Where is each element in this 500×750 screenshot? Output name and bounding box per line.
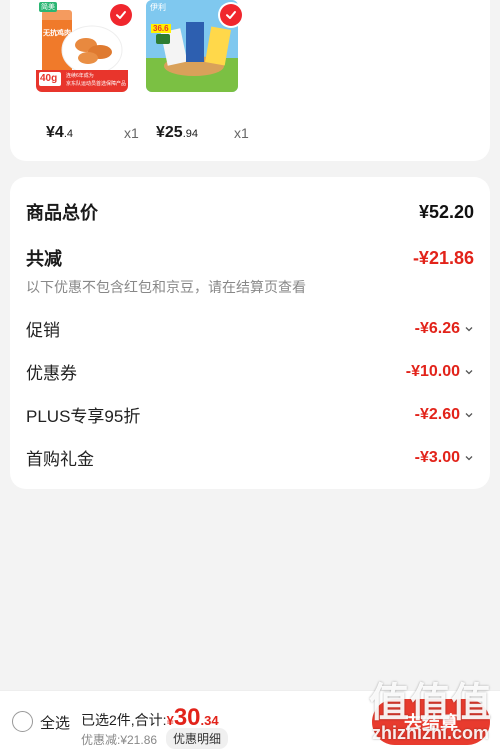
first-purchase-row[interactable]: 首购礼金 -¥3.00 xyxy=(26,445,474,470)
thumb-promo-line2: 京东队运动员首选保障产品 xyxy=(66,81,127,87)
discount-amount-text: 优惠减:¥21.86 xyxy=(81,733,158,747)
promo-value: -¥6.26 xyxy=(414,319,460,337)
discount-note: 以下优惠不包含红包和京豆，请在结算页查看 xyxy=(26,279,306,295)
selected-check-icon[interactable] xyxy=(110,4,132,26)
promo-row[interactable]: 促销 -¥6.26 xyxy=(26,316,474,341)
price-int: 25 xyxy=(164,124,183,141)
selected-check-icon[interactable] xyxy=(220,4,242,26)
chevron-down-icon xyxy=(465,455,473,460)
promo-value-wrap[interactable]: -¥6.26 xyxy=(415,320,474,338)
price-symbol: ¥ xyxy=(46,124,55,141)
price-summary-card: 商品总价 ¥52.20 共减 -¥21.86 以下优惠不包含红包和京豆，请在结算… xyxy=(10,177,490,489)
checkout-button[interactable]: 去结算 xyxy=(372,699,490,745)
chevron-down-icon xyxy=(465,412,473,417)
thumb-brand-label: 伊利 xyxy=(150,3,166,12)
coupon-label: 优惠券 xyxy=(26,364,77,383)
price-dec: .4 xyxy=(63,128,73,140)
first-purchase-value: -¥3.00 xyxy=(414,448,460,466)
product-price: ¥25.94 xyxy=(156,124,198,142)
total-int: 30 xyxy=(173,704,201,731)
product-quantity: x1 xyxy=(234,125,249,141)
first-purchase-label: 首购礼金 xyxy=(26,450,94,469)
select-all-radio[interactable] xyxy=(12,711,33,732)
plus-discount-label: PLUS专享95折 xyxy=(26,407,141,426)
coupon-value-wrap[interactable]: -¥10.00 xyxy=(406,363,474,381)
select-all-label[interactable]: 全选 xyxy=(40,712,70,733)
discount-detail-button[interactable]: 优惠明细 xyxy=(166,728,229,749)
cart-products-card: 简美 无抗鸡肉 40g 连续6年成为 京东队运动员首选保障产品 ¥4.4 x1 xyxy=(10,0,490,161)
total-symbol: ¥ xyxy=(166,713,174,728)
thumb-title-label: 无抗鸡肉 xyxy=(43,30,71,37)
price-int: 4 xyxy=(54,124,64,141)
reduce-value: -¥21.86 xyxy=(412,247,474,268)
thumb-brand-label: 简美 xyxy=(39,2,57,12)
total-value: ¥52.20 xyxy=(418,201,474,222)
promo-label: 促销 xyxy=(26,321,60,340)
product-quantity: x1 xyxy=(124,125,139,141)
selected-count-text: 已选2件,合计: xyxy=(81,712,167,728)
coupon-value: -¥10.00 xyxy=(405,362,460,380)
checkout-button-label: 去结算 xyxy=(404,713,458,733)
chevron-down-icon xyxy=(465,369,473,374)
total-label: 商品总价 xyxy=(26,203,98,223)
plus-discount-value-wrap[interactable]: -¥2.60 xyxy=(415,406,474,424)
thumb-badge-label: 36.6 xyxy=(151,24,171,33)
plus-discount-value: -¥2.60 xyxy=(414,405,460,423)
price-dec: .94 xyxy=(182,128,198,140)
thumb-promo-line1: 连续6年成为 xyxy=(66,73,94,79)
reduce-label: 共减 xyxy=(26,249,62,269)
thumb-weight-label: 40g xyxy=(40,73,58,84)
chevron-down-icon xyxy=(465,326,473,331)
checkout-bar: 全选 已选2件,合计:¥30.34 优惠减:¥21.86 优惠明细 去结算 xyxy=(0,690,500,750)
product-price: ¥4.4 xyxy=(46,124,73,142)
first-purchase-value-wrap[interactable]: -¥3.00 xyxy=(415,449,474,467)
coupon-row[interactable]: 优惠券 -¥10.00 xyxy=(26,359,474,384)
plus-discount-row[interactable]: PLUS专享95折 -¥2.60 xyxy=(26,402,474,427)
total-dec: .34 xyxy=(200,713,219,728)
reduce-row: 共减 -¥21.86 xyxy=(26,245,474,271)
total-row: 商品总价 ¥52.20 xyxy=(26,199,474,225)
price-symbol: ¥ xyxy=(156,124,165,141)
